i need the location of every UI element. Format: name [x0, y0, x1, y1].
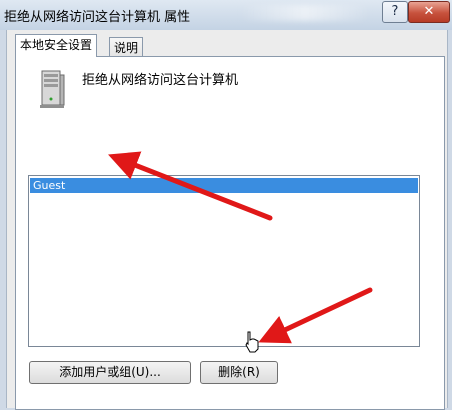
mouse-cursor-icon [245, 331, 259, 353]
policy-title: 拒绝从网络访问这台计算机 [82, 73, 239, 88]
dialog-body: 本地安全设置 说明 拒绝从网络访问这台计算机 Guest 添加用户或组(U)..… [6, 30, 448, 410]
help-button[interactable]: ? [382, 1, 408, 23]
tab-explain[interactable]: 说明 [109, 37, 144, 58]
window-title: 拒绝从网络访问这台计算机 属性 [4, 10, 191, 25]
user-group-list[interactable]: Guest [28, 175, 420, 347]
remove-button[interactable]: 删除(R) [200, 361, 278, 384]
close-button[interactable]: ✕ [408, 1, 450, 23]
list-item-guest[interactable]: Guest [30, 178, 418, 193]
tab-panel: 拒绝从网络访问这台计算机 Guest 添加用户或组(U)... 删除(R) [15, 56, 445, 410]
server-icon [40, 70, 65, 108]
title-bar-glare [240, 5, 370, 21]
title-bar: 拒绝从网络访问这台计算机 属性 ? ✕ [0, 0, 452, 30]
add-user-or-group-button[interactable]: 添加用户或组(U)... [29, 361, 191, 384]
tab-local-security-setting[interactable]: 本地安全设置 [15, 34, 98, 57]
